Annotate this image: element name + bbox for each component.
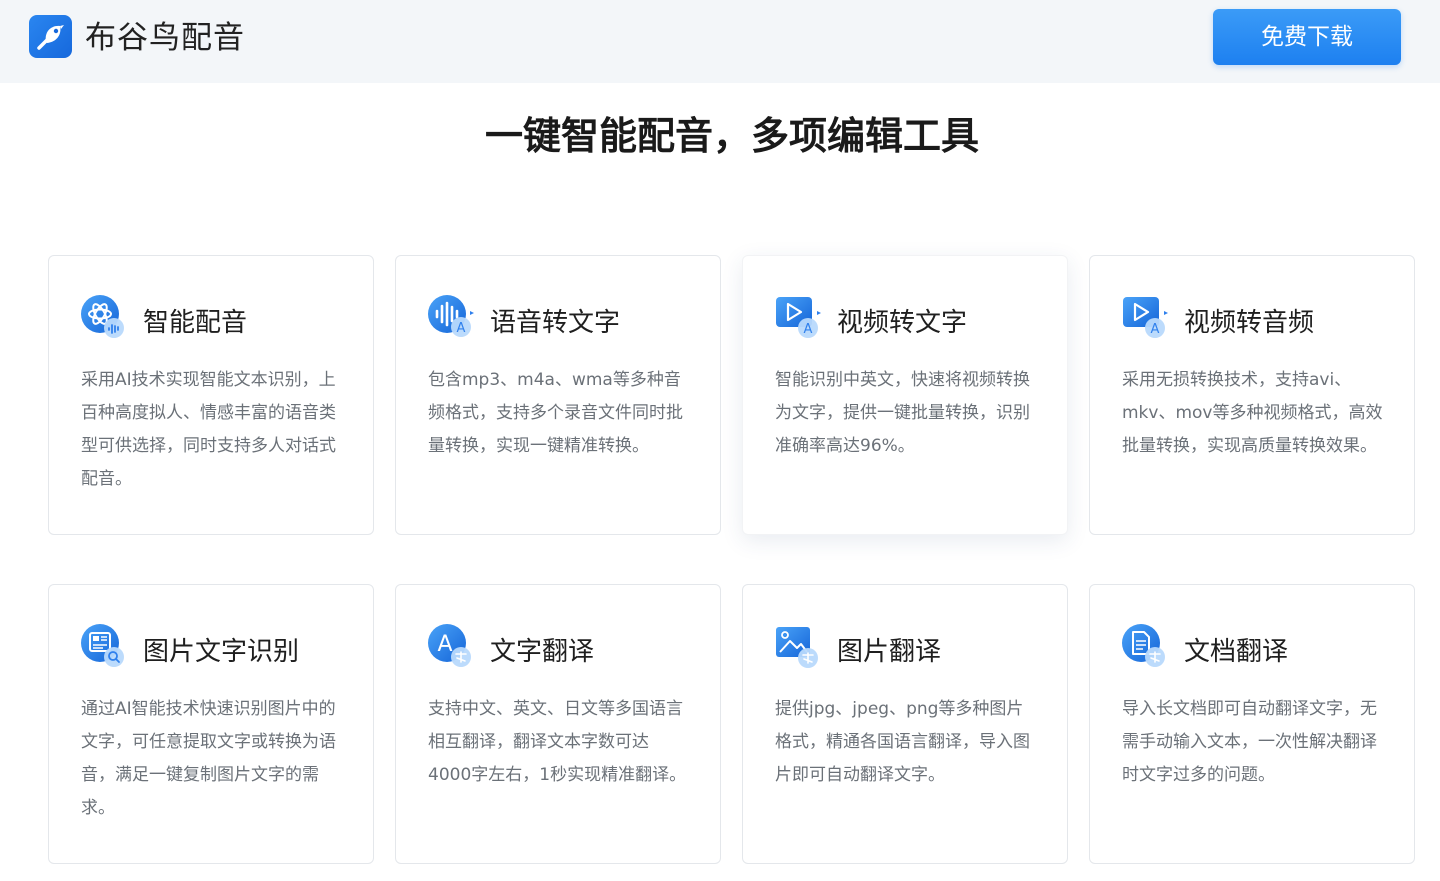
feature-title: 图片文字识别 (143, 637, 300, 667)
video-audio-icon: A (1121, 294, 1169, 342)
feature-card-video-to-text[interactable]: A 视频转文字 智能识别中英文，快速将视频转换为文字，提供一键批量转换，识别准确… (742, 255, 1068, 535)
atom-audio-icon (80, 294, 128, 342)
image-translate-icon (774, 623, 822, 671)
free-download-button[interactable]: 免费下载 (1213, 9, 1401, 65)
feature-description: 智能识别中英文，快速将视频转换为文字，提供一键批量转换，识别准确率高达96%。 (775, 370, 1030, 456)
feature-description: 导入长文档即可自动翻译文字，无需手动输入文本，一次性解决翻译时文字过多的问题。 (1122, 699, 1377, 785)
feature-title: 图片翻译 (837, 637, 942, 667)
feature-description: 通过AI智能技术快速识别图片中的文字，可任意提取文字或转换为语音，满足一键复制图… (81, 699, 336, 818)
top-header: 布谷鸟配音 免费下载 (0, 0, 1440, 83)
feature-description: 包含mp3、m4a、wma等多种音频格式，支持多个录音文件同时批量转换，实现一键… (428, 370, 683, 456)
document-translate-icon (1121, 623, 1169, 671)
image-ocr-icon (80, 623, 128, 671)
svg-text:A: A (804, 322, 813, 337)
feature-card-text-translation[interactable]: A 文字翻译 支持中文、英文、日文等多国语言相互翻译，翻译文本字数可达4000字… (395, 584, 721, 864)
feature-card-image-translation[interactable]: 图片翻译 提供jpg、jpeg、png等多种图片格式，精通各国语言翻译，导入图片… (742, 584, 1068, 864)
svg-text:A: A (437, 632, 452, 657)
section-title: 一键智能配音，多项编辑工具 (484, 114, 979, 158)
feature-title: 视频转音频 (1184, 308, 1315, 338)
cuckoo-logo-icon[interactable] (29, 15, 72, 58)
feature-card-image-ocr[interactable]: 图片文字识别 通过AI智能技术快速识别图片中的文字，可任意提取文字或转换为语音，… (48, 584, 374, 864)
feature-title: 语音转文字 (490, 308, 621, 338)
feature-title: 文字翻译 (490, 637, 595, 667)
audio-wave-text-icon: A (427, 294, 475, 342)
svg-text:A: A (457, 321, 466, 336)
feature-card-document-translation[interactable]: 文档翻译 导入长文档即可自动翻译文字，无需手动输入文本，一次性解决翻译时文字过多… (1089, 584, 1415, 864)
feature-card-video-to-audio[interactable]: A 视频转音频 采用无损转换技术，支持avi、mkv、mov等多种视频格式，高效… (1089, 255, 1415, 535)
feature-card-speech-to-text[interactable]: A 语音转文字 包含mp3、m4a、wma等多种音频格式，支持多个录音文件同时批… (395, 255, 721, 535)
feature-title: 文档翻译 (1184, 637, 1289, 667)
svg-text:A: A (1151, 322, 1160, 337)
feature-card-smart-dubbing[interactable]: 智能配音 采用AI技术实现智能文本识别，上百种高度拟人、情感丰富的语音类型可供选… (48, 255, 374, 535)
feature-description: 采用AI技术实现智能文本识别，上百种高度拟人、情感丰富的语音类型可供选择，同时支… (81, 370, 336, 489)
feature-description: 提供jpg、jpeg、png等多种图片格式，精通各国语言翻译，导入图片即可自动翻… (775, 699, 1030, 785)
video-text-icon: A (774, 294, 822, 342)
text-translate-icon: A (427, 623, 475, 671)
feature-title: 智能配音 (143, 308, 248, 338)
brand-name[interactable]: 布谷鸟配音 (85, 18, 245, 58)
feature-description: 支持中文、英文、日文等多国语言相互翻译，翻译文本字数可达4000字左右，1秒实现… (428, 699, 687, 785)
feature-title: 视频转文字 (837, 308, 968, 338)
feature-description: 采用无损转换技术，支持avi、mkv、mov等多种视频格式，高效批量转换，实现高… (1122, 370, 1383, 456)
